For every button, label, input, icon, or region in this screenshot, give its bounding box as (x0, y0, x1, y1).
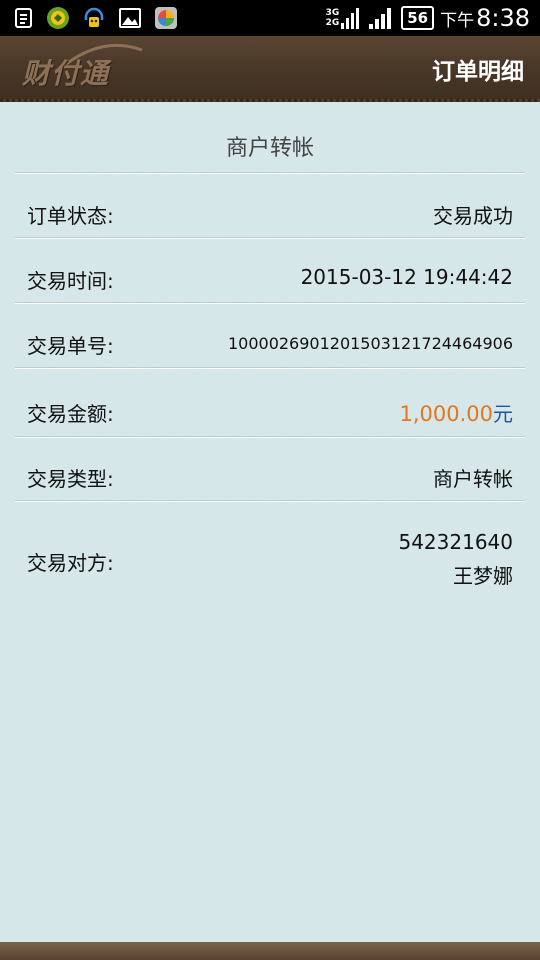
divider (15, 367, 525, 369)
trade-time-value: 2015-03-12 19:44:42 (300, 265, 513, 289)
network-type-2g: 2G (325, 18, 340, 28)
divider (15, 436, 525, 438)
trade-time-label: 交易时间: (27, 269, 114, 293)
headset-bot-icon (84, 7, 104, 27)
trade-amount-label: 交易金额: (27, 402, 114, 426)
battery-indicator: 56 (401, 6, 435, 30)
amount-number: 1,000.00 (399, 402, 493, 426)
counterparty-label: 交易对方: (27, 551, 114, 575)
counterparty-name: 王梦娜 (453, 564, 513, 588)
divider (15, 500, 525, 502)
order-status-value: 交易成功 (433, 204, 513, 228)
status-bar: 3G 2G 56 下午 8:38 (0, 0, 540, 36)
kiwi-app-icon (47, 7, 69, 29)
market-app-icon (155, 7, 177, 29)
notes-icon (15, 8, 32, 28)
gallery-icon (119, 8, 141, 28)
counterparty-account: 542321640 (398, 530, 513, 554)
page-title: 订单明细 (432, 59, 524, 85)
amount-unit: 元 (493, 402, 513, 426)
divider (15, 237, 525, 239)
trade-number-label: 交易单号: (27, 334, 114, 358)
app-header: 财付通 订单明细 (0, 36, 540, 102)
app-logo[interactable]: 财付通 (22, 52, 109, 92)
time-prefix: 下午 (440, 10, 475, 31)
signal-strength-icon (341, 8, 360, 29)
bottom-edge-decoration (0, 938, 540, 960)
signal-bars-icon (369, 8, 392, 29)
divider (15, 172, 525, 174)
clock: 8:38 (476, 4, 530, 32)
network-type-3g: 3G (325, 8, 340, 18)
divider (15, 302, 525, 304)
trade-type-label: 交易类型: (27, 467, 114, 491)
section-title: 商户转帐 (225, 136, 314, 161)
trade-amount-value: 1,000.00元 (399, 398, 513, 427)
trade-number-value: 1000026901201503121724464906 (227, 334, 513, 353)
order-status-label: 订单状态: (27, 204, 114, 228)
trade-type-value: 商户转帐 (433, 467, 513, 491)
order-detail-panel: 商户转帐 订单状态: 交易成功 交易时间: 2015-03-12 19:44:4… (0, 102, 540, 942)
